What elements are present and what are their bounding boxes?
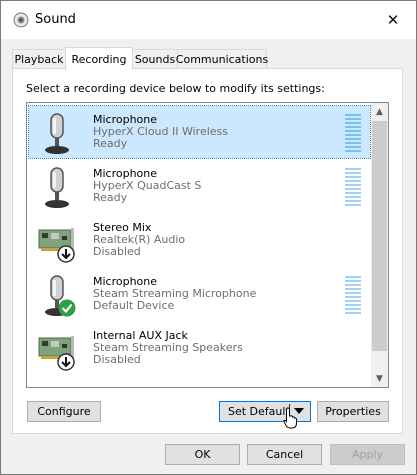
scroll-thumb[interactable] xyxy=(372,121,387,351)
title-bar: Sound ✕ xyxy=(1,1,416,39)
device-state: Ready xyxy=(93,137,128,150)
device-state: Disabled xyxy=(93,353,141,366)
sound-card-icon xyxy=(38,336,75,371)
level-meter xyxy=(345,114,361,154)
list-item[interactable]: Microphone HyperX Cloud II Wireless Read… xyxy=(28,105,371,159)
device-state: Disabled xyxy=(93,245,141,258)
tab-playback[interactable]: Playback xyxy=(12,49,66,69)
sound-card-icon xyxy=(38,228,75,263)
ok-button[interactable]: OK xyxy=(165,444,240,465)
list-item[interactable]: Stereo Mix Realtek(R) Audio Disabled xyxy=(29,214,370,266)
close-button[interactable]: ✕ xyxy=(370,1,416,39)
recording-device-list[interactable]: Microphone HyperX Cloud II Wireless Read… xyxy=(26,102,389,388)
tab-communications[interactable]: Communications xyxy=(176,49,268,69)
list-item[interactable]: Microphone Steam Streaming Microphone De… xyxy=(29,268,370,320)
tab-recording[interactable]: Recording xyxy=(65,47,133,70)
level-meter xyxy=(345,276,361,316)
scroll-up-icon[interactable]: ▲ xyxy=(371,103,388,120)
properties-button[interactable]: Properties xyxy=(317,401,389,422)
level-meter xyxy=(345,168,361,208)
vertical-scrollbar[interactable]: ▲ ▼ xyxy=(371,103,388,387)
microphone-icon xyxy=(45,113,69,154)
device-state: Ready xyxy=(93,191,128,204)
recording-panel: Select a recording device below to modif… xyxy=(12,68,403,434)
list-item[interactable]: Microphone HyperX QuadCast S Ready xyxy=(29,160,370,212)
sound-dialog: Sound ✕ Playback Recording Sounds Commun… xyxy=(0,0,417,475)
hand-cursor-icon xyxy=(283,407,297,429)
configure-button[interactable]: Configure xyxy=(27,401,101,422)
speaker-icon xyxy=(13,12,29,28)
tab-sounds[interactable]: Sounds xyxy=(132,49,178,69)
apply-button[interactable]: Apply xyxy=(330,444,405,465)
microphone-icon xyxy=(45,167,69,208)
cancel-button[interactable]: Cancel xyxy=(247,444,322,465)
window-title: Sound xyxy=(35,12,76,27)
scroll-down-icon[interactable]: ▼ xyxy=(371,370,388,387)
instruction-text: Select a recording device below to modif… xyxy=(26,82,325,95)
microphone-icon xyxy=(45,275,76,317)
list-item[interactable]: Internal AUX Jack Steam Streaming Speake… xyxy=(29,322,370,374)
device-state: Default Device xyxy=(93,299,175,312)
